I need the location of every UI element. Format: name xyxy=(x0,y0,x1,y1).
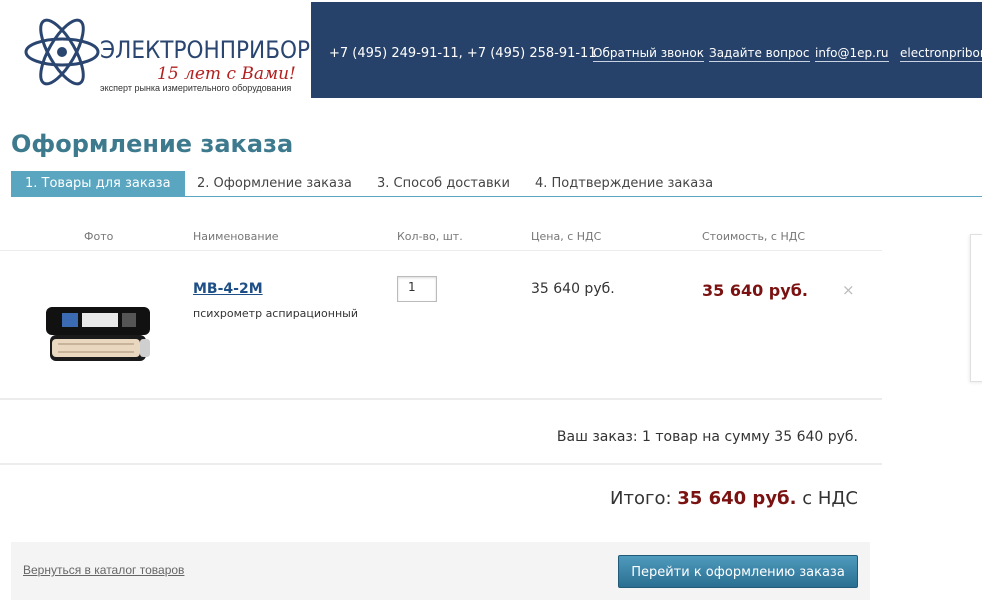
product-name-link[interactable]: МВ-4-2М xyxy=(193,281,263,297)
atom-logo-icon xyxy=(24,18,100,86)
total-amount: 35 640 руб. xyxy=(677,488,797,509)
order-total: Итого: 35 640 руб. с НДС xyxy=(610,488,858,509)
remove-item-icon[interactable]: × xyxy=(842,281,855,299)
step-order-details[interactable]: 2. Оформление заказа xyxy=(197,171,352,196)
col-header-photo: Фото xyxy=(84,230,114,243)
logo-slogan: 15 лет с Вами! xyxy=(157,64,296,84)
page-title: Оформление заказа xyxy=(11,130,294,158)
site-logo[interactable]: ЭЛЕКТРОНПРИБОР 15 лет с Вами! эксперт ры… xyxy=(10,2,311,98)
total-suffix: с НДС xyxy=(802,488,858,509)
product-price: 35 640 руб. xyxy=(531,281,615,297)
order-summary: Ваш заказ: 1 товар на сумму 35 640 руб. xyxy=(556,429,858,445)
logo-name: ЭЛЕКТРОНПРИБОР xyxy=(100,36,311,64)
checkout-steps: 1. Товары для заказа 2. Оформление заказ… xyxy=(11,171,982,197)
back-to-catalog-link[interactable]: Вернуться в каталог товаров xyxy=(23,563,184,577)
step-cart-items[interactable]: 1. Товары для заказа xyxy=(11,171,185,196)
step-delivery-method[interactable]: 3. Способ доставки xyxy=(377,171,510,196)
email-link[interactable]: info@1ep.ru xyxy=(815,46,889,62)
phone-numbers: +7 (495) 249-91-11, +7 (495) 258-91-11 xyxy=(329,46,597,61)
side-panel-tab[interactable] xyxy=(970,234,982,382)
callback-link[interactable]: Обратный звонок xyxy=(593,46,704,62)
step-confirmation[interactable]: 4. Подтверждение заказа xyxy=(535,171,713,196)
col-header-price: Цена, с НДС xyxy=(531,230,602,243)
divider xyxy=(0,250,882,251)
logo-tagline: эксперт рынка измерительного оборудовани… xyxy=(100,83,292,93)
col-header-cost: Стоимость, с НДС xyxy=(702,230,806,243)
col-header-name: Наименование xyxy=(193,230,279,243)
total-label: Итого: xyxy=(610,488,672,509)
product-description: психрометр аспирационный xyxy=(193,307,358,320)
proceed-checkout-button[interactable]: Перейти к оформлению заказа xyxy=(618,555,858,588)
company-link[interactable]: electronpribor xyxy=(900,46,982,62)
product-cost: 35 640 руб. xyxy=(702,281,808,300)
ask-question-link[interactable]: Задайте вопрос xyxy=(709,46,810,62)
checkout-actions: Вернуться в каталог товаров Перейти к оф… xyxy=(11,542,870,600)
divider xyxy=(0,463,882,465)
header-bar: +7 (495) 249-91-11, +7 (495) 258-91-11 О… xyxy=(311,2,982,98)
quantity-input[interactable]: 1 xyxy=(397,276,437,302)
product-photo xyxy=(46,307,150,361)
divider xyxy=(0,398,882,400)
col-header-qty: Кол-во, шт. xyxy=(397,230,463,243)
